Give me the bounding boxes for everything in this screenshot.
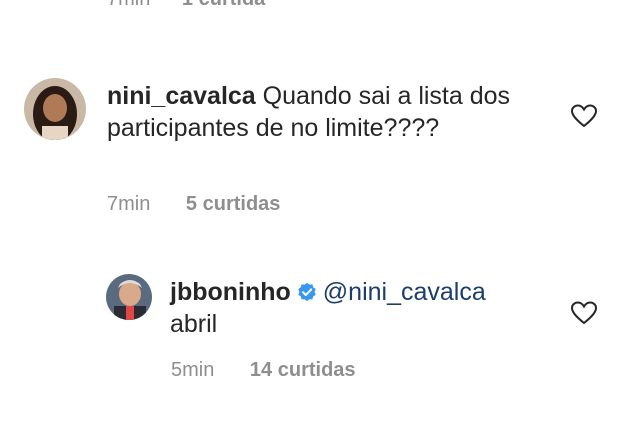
comment-likes[interactable]: 1 curtida [182, 0, 265, 10]
avatar[interactable] [106, 274, 152, 320]
reply-body: jbboninho @nini_cavalcaabril [170, 276, 550, 340]
comment-time: 7min [107, 193, 151, 215]
comment-body: nini_cavalca Quando sai a lista dos part… [107, 80, 527, 144]
mention-link[interactable]: @nini_cavalca [323, 278, 486, 306]
comment-username[interactable]: nini_cavalca [107, 82, 256, 110]
comment-time: 7min [107, 0, 150, 10]
verified-badge-icon [298, 282, 316, 301]
comment-meta: 5min 14 curtidas [171, 359, 356, 382]
comment-likes[interactable]: 14 curtidas [250, 359, 356, 381]
comment-username[interactable]: jbboninho [170, 278, 291, 306]
heart-outline-icon[interactable] [571, 301, 597, 325]
comment-meta: 7min 5 curtidas [107, 193, 280, 216]
comment-time: 5min [171, 359, 215, 381]
partial-comment-meta: 7min 1 curtida [107, 0, 265, 11]
heart-outline-icon[interactable] [571, 104, 597, 128]
comment-likes[interactable]: 5 curtidas [186, 193, 280, 215]
avatar[interactable] [24, 78, 86, 140]
comment-text: abril [170, 310, 218, 338]
